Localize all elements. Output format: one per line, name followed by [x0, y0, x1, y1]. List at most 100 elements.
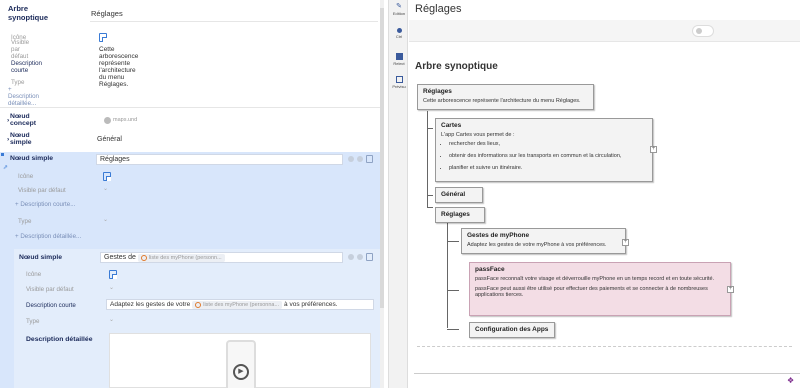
tree-node-reglages[interactable]: Réglages	[435, 207, 485, 223]
chevron-down-icon[interactable]: ⌄	[109, 316, 114, 323]
child-title-input[interactable]: Gestes de liste des myPhone (personn...	[100, 252, 343, 263]
selected-marker-icon	[1, 153, 4, 156]
node-label-simple: Nœud simple	[10, 132, 32, 146]
chevron-down-icon[interactable]: ⌄	[109, 284, 114, 291]
tree-connector	[427, 207, 433, 208]
add-desc-detaillee-link[interactable]: + Description détaillée...	[15, 233, 81, 240]
expand-plus-icon[interactable]: +	[622, 239, 629, 246]
child-node-block: Nœud simple Gestes de liste des myPhone …	[14, 249, 380, 388]
field-label-icone: Icône	[18, 173, 34, 180]
preview-title: Réglages	[415, 3, 462, 15]
field-label-icone: Icône	[26, 271, 42, 278]
node-title: Réglages	[441, 211, 470, 218]
node-title: Configuration des Apps	[475, 326, 549, 333]
app-window: Arbre synoptique Réglages Icône Visible …	[0, 0, 800, 388]
divider	[0, 107, 380, 108]
node-title: Général	[441, 191, 466, 198]
toggle-switch[interactable]	[692, 25, 714, 37]
variable-tag[interactable]: liste des myPhone (personn...	[137, 253, 225, 262]
expand-plus-icon[interactable]: +	[650, 146, 657, 153]
expand-arrow-icon[interactable]: ›	[7, 136, 9, 143]
node-desc: passFace reconnaît votre visage et déver…	[475, 276, 715, 282]
page-title: Arbre synoptique	[415, 61, 498, 72]
variable-tag[interactable]: liste des myPhone (personna...	[192, 300, 283, 309]
chevron-down-icon[interactable]: ⌄	[103, 185, 108, 192]
tool-ctrl[interactable]: Ctrl	[389, 28, 409, 39]
field-label-desc-detaillee: Description détaillée	[26, 336, 93, 343]
tool-doc-icon[interactable]	[366, 155, 373, 163]
node-title-value: Réglages	[100, 156, 130, 163]
node-tools	[348, 155, 373, 163]
tool-previsu-label: Prévisu	[392, 84, 406, 89]
tool-doc-icon[interactable]	[366, 253, 373, 261]
preview-icon	[395, 76, 403, 83]
field-label-type: Type	[18, 218, 32, 225]
tree-connector	[427, 128, 433, 129]
desc-courte-value[interactable]: Cette arborescence représente l'architec…	[99, 46, 138, 88]
tool-edition-label: Edition	[392, 11, 406, 16]
field-label-type: Type	[11, 78, 25, 86]
tree-node-gestes[interactable]: Gestes de myPhone Adaptez les gestes de …	[461, 228, 626, 254]
divider	[90, 21, 378, 22]
add-desc-detaillee-link[interactable]: + Description détaillée...	[8, 86, 39, 107]
tool-ctrl-label: Ctrl	[395, 34, 403, 39]
node-intro: L'app Cartes vous permet de :	[441, 132, 515, 138]
preview-bar	[409, 20, 800, 42]
list-item: planifier et suivre un itinéraire.	[449, 165, 647, 171]
play-icon[interactable]: ▶	[233, 364, 249, 380]
add-desc-courte-link[interactable]: + Description courte...	[15, 201, 75, 208]
node-label-simple-child: Nœud simple	[19, 254, 63, 261]
tree-connector	[427, 195, 433, 196]
tree-connector	[447, 329, 459, 330]
field-label-visible: Visible par défaut	[18, 187, 66, 194]
maps-icon	[104, 116, 111, 124]
node-title: Cartes	[441, 122, 462, 129]
tree-connector	[447, 222, 448, 328]
field-label-type: Type	[26, 318, 40, 325]
tree-node-general[interactable]: Général	[435, 187, 483, 203]
child-desc-prefix: Adaptez les gestes de votre	[110, 301, 191, 308]
maps-tag: maps.und	[113, 117, 138, 123]
document-icon[interactable]	[103, 172, 111, 181]
tool-previsu[interactable]: Prévisu	[389, 76, 409, 89]
node-value-general[interactable]: Général	[97, 136, 122, 143]
list-item: rechercher des lieux,	[449, 141, 647, 147]
node-title-input[interactable]: Réglages	[96, 154, 343, 165]
chevron-down-icon[interactable]: ⌄	[99, 79, 104, 86]
tree-node-root[interactable]: Réglages Cette arborescence représente l…	[417, 84, 594, 110]
child-desc-suffix: à vos préférences.	[284, 301, 338, 308]
preview-panel: Réglages Arbre synoptique Réglages Cette…	[409, 0, 800, 388]
tree-node-cartes[interactable]: Cartes L'app Cartes vous permet de : rec…	[435, 118, 653, 182]
tool-circle-icon[interactable]	[348, 156, 354, 162]
tool-edition[interactable]: ✎ Edition	[389, 3, 409, 16]
tree-connector	[427, 111, 428, 207]
tree-connector	[447, 241, 459, 242]
chevron-down-icon[interactable]: ⌄	[103, 216, 108, 223]
panel-title-value[interactable]: Réglages	[91, 9, 123, 18]
tool-circle-icon[interactable]	[348, 254, 354, 260]
document-icon[interactable]	[99, 32, 107, 42]
dashed-divider	[417, 346, 792, 347]
tree-node-config[interactable]: Configuration des Apps	[469, 322, 555, 338]
expand-plus-icon[interactable]: +	[727, 286, 734, 293]
scrollbar-thumb[interactable]	[380, 8, 384, 308]
variable-icon	[195, 301, 202, 308]
variable-icon	[140, 254, 147, 261]
tree-node-passface[interactable]: passFace passFace reconnaît votre visage…	[469, 262, 731, 316]
field-label-visible: Visible par défaut	[11, 38, 30, 60]
tool-circle-icon[interactable]	[357, 254, 363, 260]
node-title: Gestes de myPhone	[467, 232, 530, 239]
field-label-desc-courte: Description courte	[11, 60, 42, 74]
media-placeholder[interactable]: ▶	[109, 333, 371, 388]
phone-image: ▶	[226, 340, 256, 388]
tree-connector	[447, 290, 459, 291]
document-icon[interactable]	[109, 270, 117, 279]
node-label-concept: Nœud concept	[10, 113, 37, 127]
variable-tag-text: liste des myPhone (personna...	[203, 301, 280, 308]
expand-arrow-icon[interactable]: ›	[7, 117, 9, 124]
tool-relect[interactable]: Relect	[389, 53, 409, 66]
link-icon[interactable]: ⇗	[3, 164, 8, 171]
child-desc-input[interactable]: Adaptez les gestes de votre liste des my…	[106, 299, 374, 310]
tool-circle-icon[interactable]	[357, 156, 363, 162]
left-scrollbar[interactable]	[380, 0, 384, 388]
